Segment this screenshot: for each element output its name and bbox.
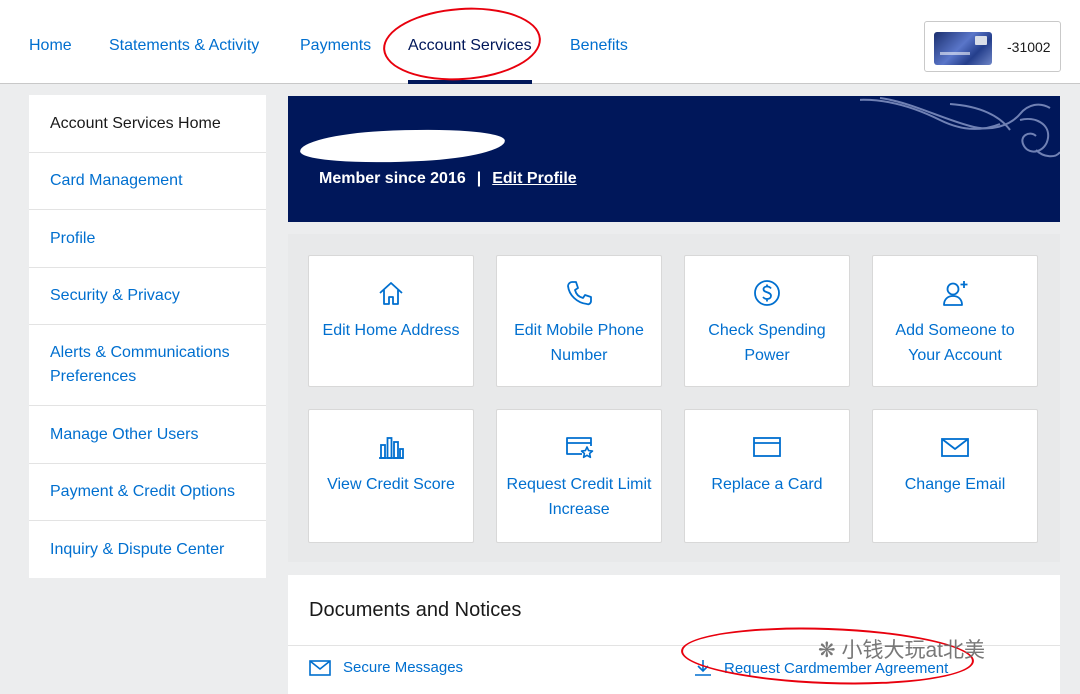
nav-statements-activity[interactable]: Statements & Activity	[109, 37, 259, 55]
sidebar: Account Services Home Card Management Pr…	[29, 95, 266, 578]
tile-request-credit-limit-increase[interactable]: Request Credit Limit Increase	[496, 409, 662, 543]
quick-actions-panel: Edit Home Address Edit Mobile Phone Numb…	[288, 234, 1060, 562]
sidebar-item-card-management[interactable]: Card Management	[29, 153, 266, 210]
sidebar-item-profile[interactable]: Profile	[29, 210, 266, 268]
card-number-suffix: -31002	[1007, 39, 1051, 55]
sidebar-item-label: Security & Privacy	[50, 287, 180, 304]
phone-icon	[567, 281, 592, 306]
top-navigation: Home Statements & Activity Payments Acco…	[0, 0, 1080, 84]
nav-account-services[interactable]: Account Services	[408, 37, 532, 55]
envelope-icon	[941, 438, 969, 457]
tile-edit-home-address[interactable]: Edit Home Address	[308, 255, 474, 387]
watermark: ❋ 小钱大玩at北美	[818, 634, 985, 664]
tile-change-email[interactable]: Change Email	[872, 409, 1038, 543]
sidebar-item-label: Alerts & Communications Preferences	[50, 344, 230, 385]
home-icon	[379, 282, 403, 305]
nav-home[interactable]: Home	[29, 37, 72, 55]
decorative-swirl-pattern	[860, 97, 1060, 158]
secure-messages-label: Secure Messages	[343, 659, 464, 676]
dollar-circle-icon	[754, 280, 780, 306]
sidebar-item-alerts-communications[interactable]: Alerts & Communications Preferences	[29, 325, 266, 406]
tile-label: Change Email	[904, 476, 1006, 493]
sidebar-item-security-privacy[interactable]: Security & Privacy	[29, 268, 266, 325]
nav-benefits[interactable]: Benefits	[570, 37, 628, 55]
sidebar-item-label: Inquiry & Dispute Center	[50, 540, 225, 558]
watermark-text: 小钱大玩at北美	[841, 639, 985, 662]
separator: |	[476, 170, 482, 187]
nav-payments[interactable]: Payments	[300, 37, 371, 55]
sidebar-item-label: Payment & Credit Options	[50, 483, 235, 500]
tile-label: Add Someone to Your Account	[895, 322, 1015, 364]
card-selector[interactable]: -31002	[924, 21, 1061, 72]
sidebar-item-label: Account Services Home	[50, 114, 221, 132]
documents-title: Documents and Notices	[309, 599, 522, 621]
secure-messages-link[interactable]: Secure Messages	[309, 659, 463, 676]
tile-label: Edit Home Address	[322, 322, 460, 339]
card-star-icon	[566, 437, 594, 459]
tile-label: Request Credit Limit Increase	[506, 476, 652, 518]
active-tab-indicator	[408, 80, 532, 84]
card-icon	[753, 437, 781, 457]
sidebar-item-label: Card Management	[50, 172, 183, 189]
sidebar-item-inquiry-dispute-center[interactable]: Inquiry & Dispute Center	[29, 521, 266, 578]
tile-label: Check Spending Power	[708, 322, 826, 364]
redacted-name	[299, 124, 506, 168]
tile-label: Edit Mobile Phone Number	[514, 322, 644, 364]
bar-chart-icon	[379, 437, 404, 459]
sidebar-item-manage-other-users[interactable]: Manage Other Users	[29, 406, 266, 464]
tile-replace-card[interactable]: Replace a Card	[684, 409, 850, 543]
sidebar-item-label: Profile	[50, 229, 96, 247]
add-user-icon	[943, 281, 968, 306]
wechat-icon: ❋	[818, 639, 836, 662]
envelope-icon	[309, 659, 331, 676]
sidebar-item-payment-credit-options[interactable]: Payment & Credit Options	[29, 464, 266, 521]
card-thumbnail	[934, 32, 992, 65]
tile-label: Replace a Card	[711, 476, 823, 493]
download-icon	[695, 660, 711, 676]
tile-view-credit-score[interactable]: View Credit Score	[308, 409, 474, 543]
member-info: Member since 2016 | Edit Profile	[319, 170, 577, 188]
sidebar-item-account-services-home[interactable]: Account Services Home	[29, 95, 266, 153]
member-since-text: Member since 2016	[319, 170, 466, 187]
tile-label: View Credit Score	[327, 476, 455, 493]
edit-profile-link[interactable]: Edit Profile	[492, 170, 576, 187]
profile-banner: Member since 2016 | Edit Profile	[288, 96, 1060, 222]
tile-edit-mobile-phone[interactable]: Edit Mobile Phone Number	[496, 255, 662, 387]
tile-check-spending-power[interactable]: Check Spending Power	[684, 255, 850, 387]
tile-add-someone[interactable]: Add Someone to Your Account	[872, 255, 1038, 387]
sidebar-item-label: Manage Other Users	[50, 425, 199, 443]
